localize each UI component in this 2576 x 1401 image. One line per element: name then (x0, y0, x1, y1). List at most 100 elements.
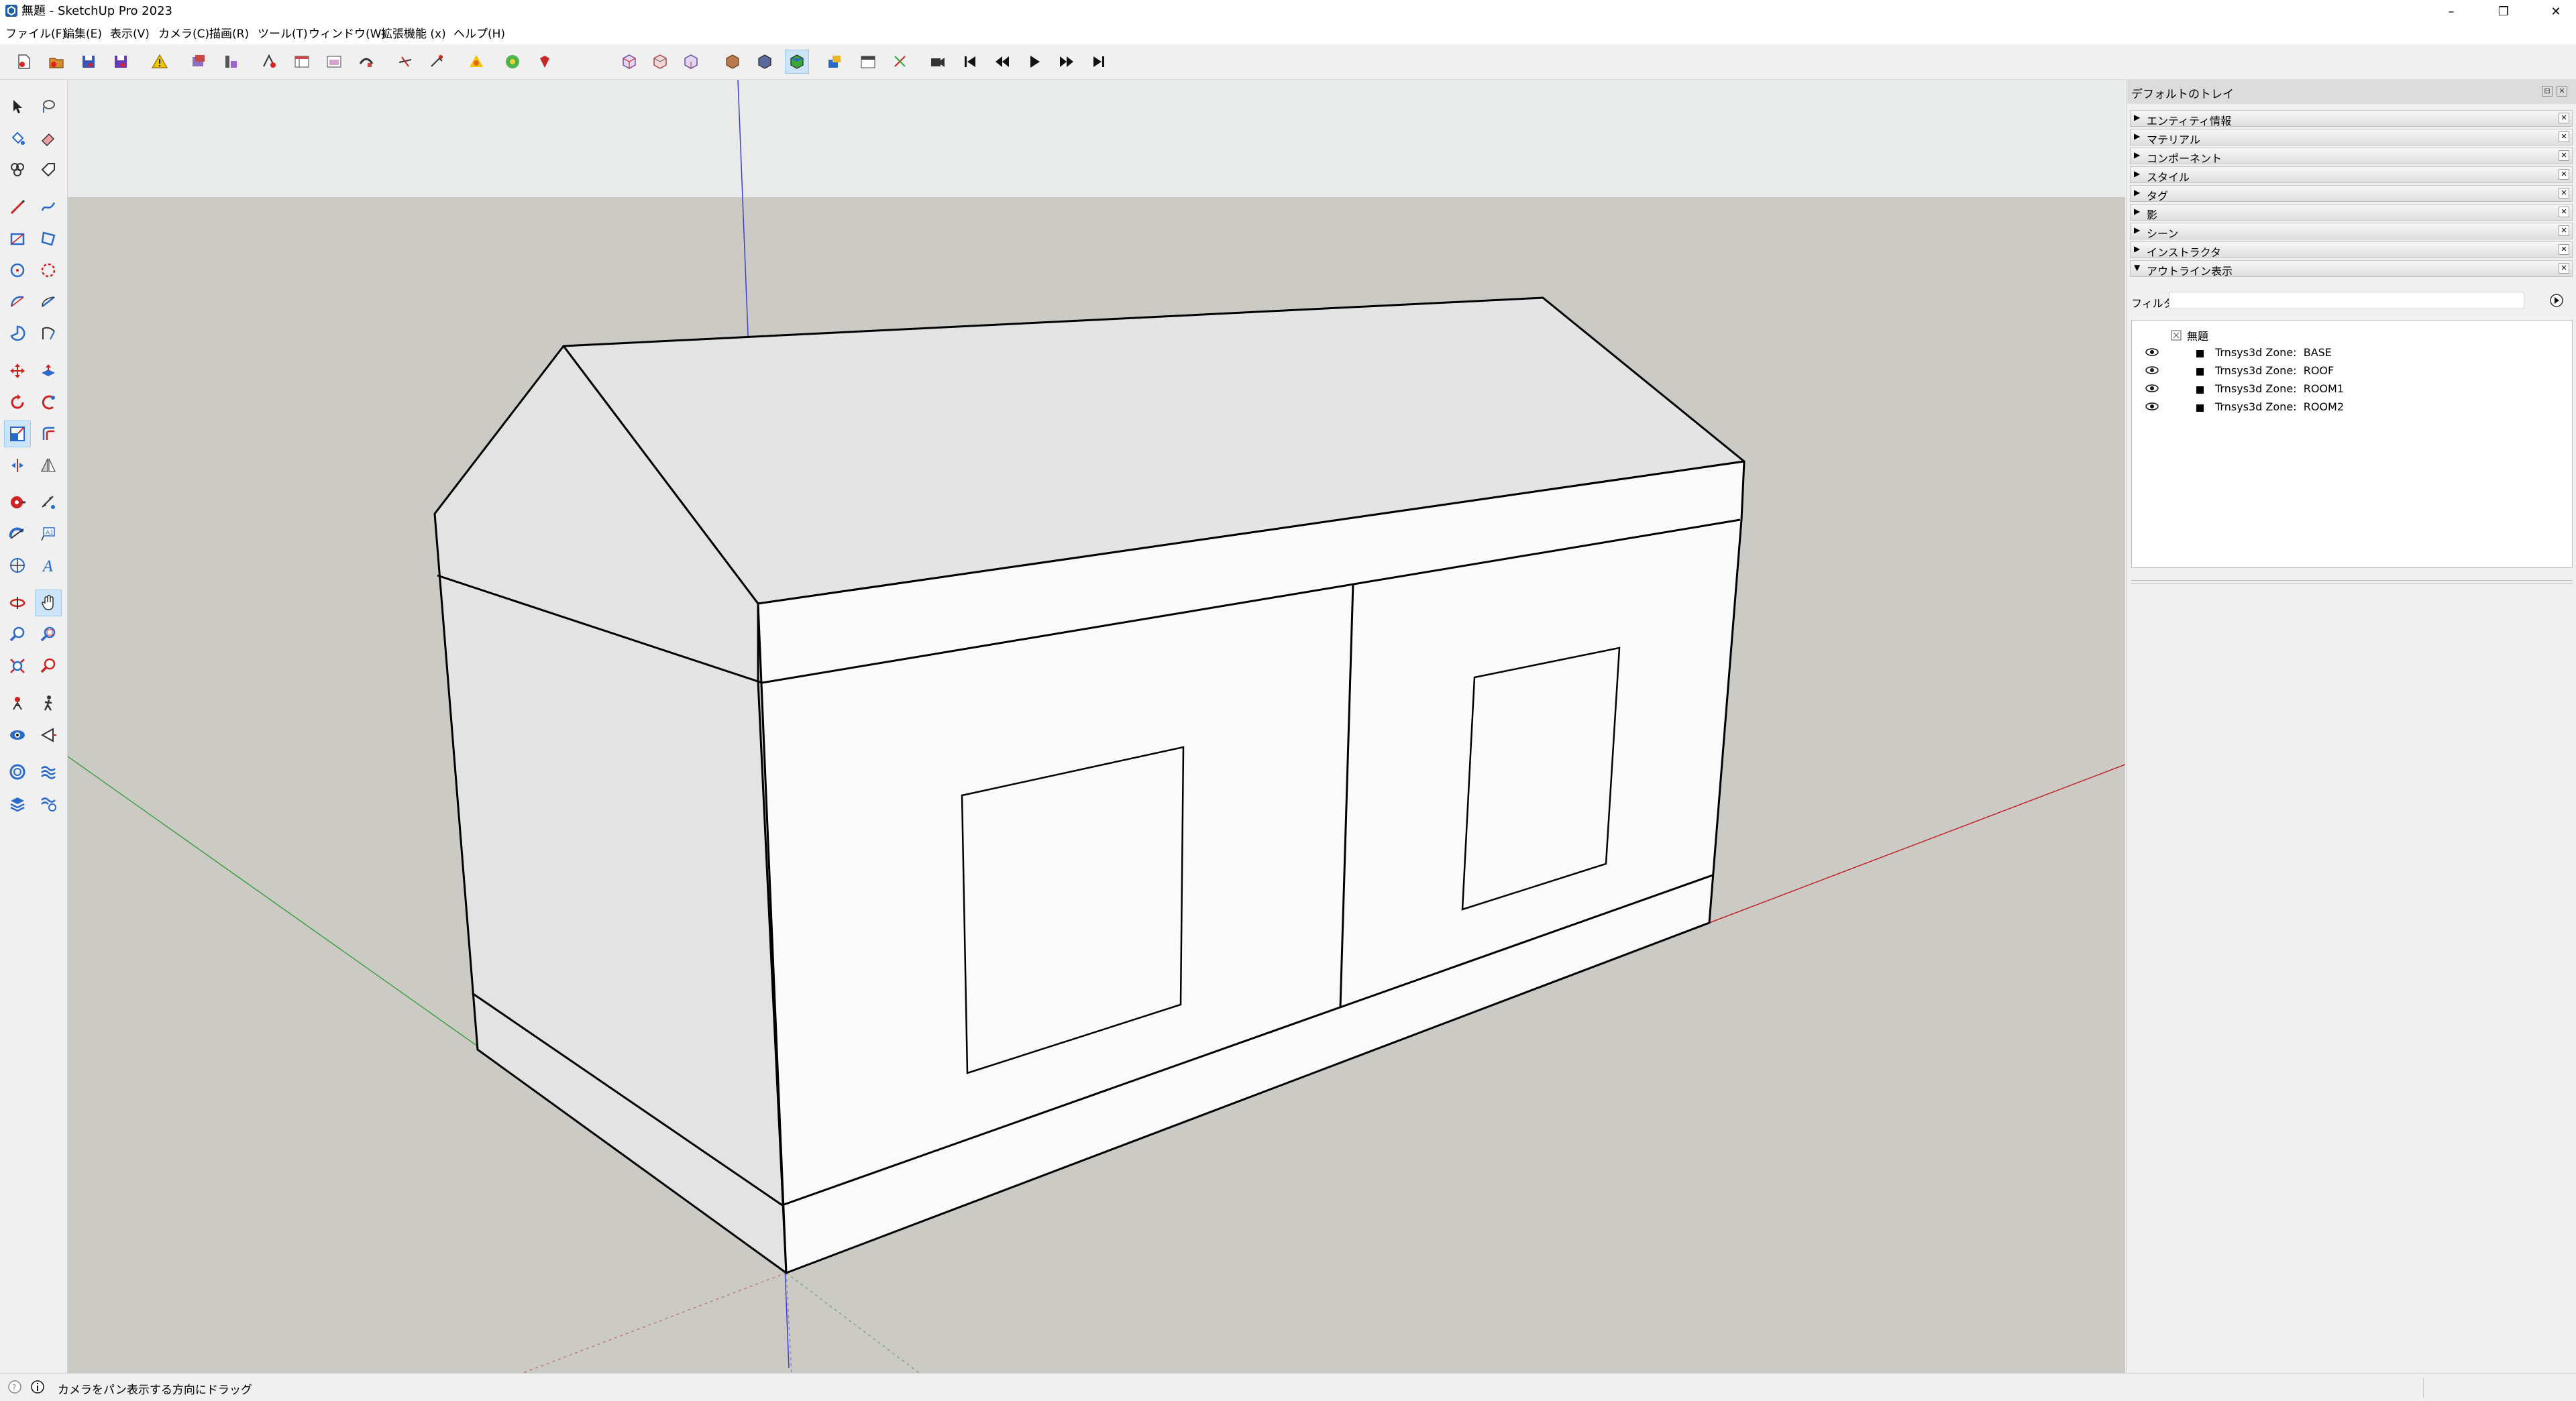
text-tool-icon[interactable]: A1 (35, 520, 62, 547)
flip-tool-icon[interactable] (4, 452, 31, 479)
measurements-box[interactable] (2423, 1378, 2574, 1398)
visibility-eye-icon[interactable] (2145, 347, 2159, 357)
new-file-icon[interactable] (12, 50, 36, 74)
walk-tool-icon[interactable] (35, 690, 62, 717)
tray-splitter[interactable] (2131, 580, 2573, 584)
export-icon[interactable] (888, 50, 912, 74)
table-icon[interactable] (290, 50, 314, 74)
fast-forward-icon[interactable] (1055, 50, 1079, 74)
protractor-icon[interactable] (4, 520, 31, 547)
play-icon[interactable] (1022, 50, 1046, 74)
menu-help[interactable]: ヘルプ(H) (453, 27, 505, 42)
wave-settings-icon[interactable] (35, 790, 62, 817)
instructor-info-icon[interactable] (30, 1379, 46, 1395)
surface-tool-icon[interactable] (393, 50, 417, 74)
dimension-tool-icon[interactable] (35, 489, 62, 516)
window-table-icon[interactable] (322, 50, 346, 74)
panel-shadows[interactable]: ▶ 影 ✕ (2130, 204, 2573, 221)
orbit-tool-icon[interactable] (4, 590, 31, 616)
outliner-item-room2[interactable]: Trnsys3d Zone: ROOM2 (2145, 400, 2548, 416)
rewind-icon[interactable] (990, 50, 1014, 74)
rotate-tool-icon[interactable] (4, 389, 31, 416)
panel-components[interactable]: ▶ コンポーネント ✕ (2130, 148, 2573, 165)
freehand-tool-icon[interactable] (35, 194, 62, 221)
panel-materials[interactable]: ▶ マテリアル ✕ (2130, 129, 2573, 146)
panel-close-icon[interactable]: ✕ (2559, 244, 2569, 255)
layers-stack-icon[interactable] (4, 790, 31, 817)
paint-bucket-icon[interactable] (4, 125, 31, 152)
panel-close-icon[interactable]: ✕ (2559, 225, 2569, 236)
tray-close-icon[interactable]: ✕ (2557, 86, 2567, 97)
make-component-icon[interactable] (4, 156, 31, 183)
rotated-rectangle-icon[interactable] (35, 225, 62, 252)
menu-tools[interactable]: ツール(T) (258, 27, 308, 42)
panel-close-icon[interactable]: ✕ (2559, 150, 2569, 161)
trnsys-select-icon[interactable] (4, 759, 31, 785)
scale-tool-icon[interactable] (4, 421, 31, 447)
shading-icon[interactable] (354, 50, 378, 74)
layers-tool-icon[interactable] (219, 50, 243, 74)
animation-camera-icon[interactable] (926, 50, 950, 74)
iso-view-icon[interactable] (617, 50, 641, 74)
line-tool-icon[interactable] (4, 194, 31, 221)
eraser-tool-icon[interactable] (35, 125, 62, 152)
position-camera-icon[interactable] (4, 690, 31, 717)
look-around-icon[interactable] (4, 722, 31, 748)
panel-close-icon[interactable]: ✕ (2559, 263, 2569, 274)
lasso-tool-icon[interactable] (35, 93, 62, 120)
boundary-tool-icon[interactable] (425, 50, 449, 74)
filter-input[interactable] (2169, 292, 2524, 309)
top-view-icon[interactable] (648, 50, 672, 74)
menu-draw[interactable]: 描画(R) (209, 27, 249, 42)
close-button[interactable]: ✕ (2536, 0, 2576, 23)
tray-pin-icon[interactable]: ⊟ (2542, 86, 2553, 97)
model-info-icon[interactable] (186, 50, 211, 74)
menu-window[interactable]: ウィンドウ(W) (309, 27, 386, 42)
three-point-arc-icon[interactable] (35, 320, 62, 347)
save-as-icon[interactable] (109, 50, 133, 74)
panel-entity-info[interactable]: ▶ エンティティ情報 ✕ (2130, 110, 2573, 127)
minimize-button[interactable]: – (2431, 0, 2471, 23)
circle-tool-icon[interactable] (4, 257, 31, 284)
panel-close-icon[interactable]: ✕ (2559, 113, 2569, 123)
outliner-item-room1[interactable]: Trnsys3d Zone: ROOM1 (2145, 382, 2548, 398)
panel-close-icon[interactable]: ✕ (2559, 207, 2569, 217)
previous-view-icon[interactable] (35, 653, 62, 679)
panel-close-icon[interactable]: ✕ (2559, 188, 2569, 199)
outliner-item-roof[interactable]: Trnsys3d Zone: ROOF (2145, 363, 2548, 380)
outliner-root[interactable]: 無題 (2171, 327, 2208, 343)
3d-text-icon[interactable]: A (35, 552, 62, 579)
model-canvas[interactable] (68, 80, 2125, 1373)
wave-tool-icon[interactable] (35, 759, 62, 785)
menu-file[interactable]: ファイル(F) (5, 27, 66, 42)
geo-location-icon[interactable]: ? (7, 1379, 23, 1395)
tag-tool-icon[interactable] (35, 156, 62, 183)
rectangle-tool-icon[interactable] (4, 225, 31, 252)
last-frame-icon[interactable] (1087, 50, 1111, 74)
zoom-extents-icon[interactable] (4, 653, 31, 679)
panel-scenes[interactable]: ▶ シーン ✕ (2130, 223, 2573, 240)
outliner-item-base[interactable]: Trnsys3d Zone: BASE (2145, 345, 2548, 361)
menu-camera[interactable]: カメラ(C) (158, 27, 209, 42)
polygon-tool-icon[interactable] (35, 257, 62, 284)
push-pull-tool-icon[interactable] (35, 357, 62, 384)
pie-tool-icon[interactable] (4, 320, 31, 347)
extension-warehouse-icon[interactable] (500, 50, 525, 74)
panel-outliner[interactable]: ▼ アウトライン表示 ✕ (2130, 260, 2573, 278)
select-tool-icon[interactable] (4, 93, 31, 120)
panel-instructor[interactable]: ▶ インストラクタ ✕ (2130, 241, 2573, 259)
components-window-icon[interactable] (822, 50, 847, 74)
mirror-tool-icon[interactable] (35, 452, 62, 479)
outliner-options-icon[interactable] (2547, 292, 2566, 309)
menu-edit[interactable]: 編集(E) (63, 27, 102, 42)
tape-measure-icon[interactable] (4, 489, 31, 516)
zoom-window-icon[interactable] (35, 621, 62, 648)
zoom-tool-icon[interactable] (4, 621, 31, 648)
sun-tool-icon[interactable] (464, 50, 488, 74)
monochrome-style-icon[interactable] (785, 50, 809, 74)
model-viewport[interactable] (68, 80, 2125, 1373)
first-frame-icon[interactable] (958, 50, 982, 74)
section-plane-icon[interactable] (35, 722, 62, 748)
arc-tool-icon[interactable] (4, 288, 31, 315)
visibility-eye-icon[interactable] (2145, 365, 2159, 376)
